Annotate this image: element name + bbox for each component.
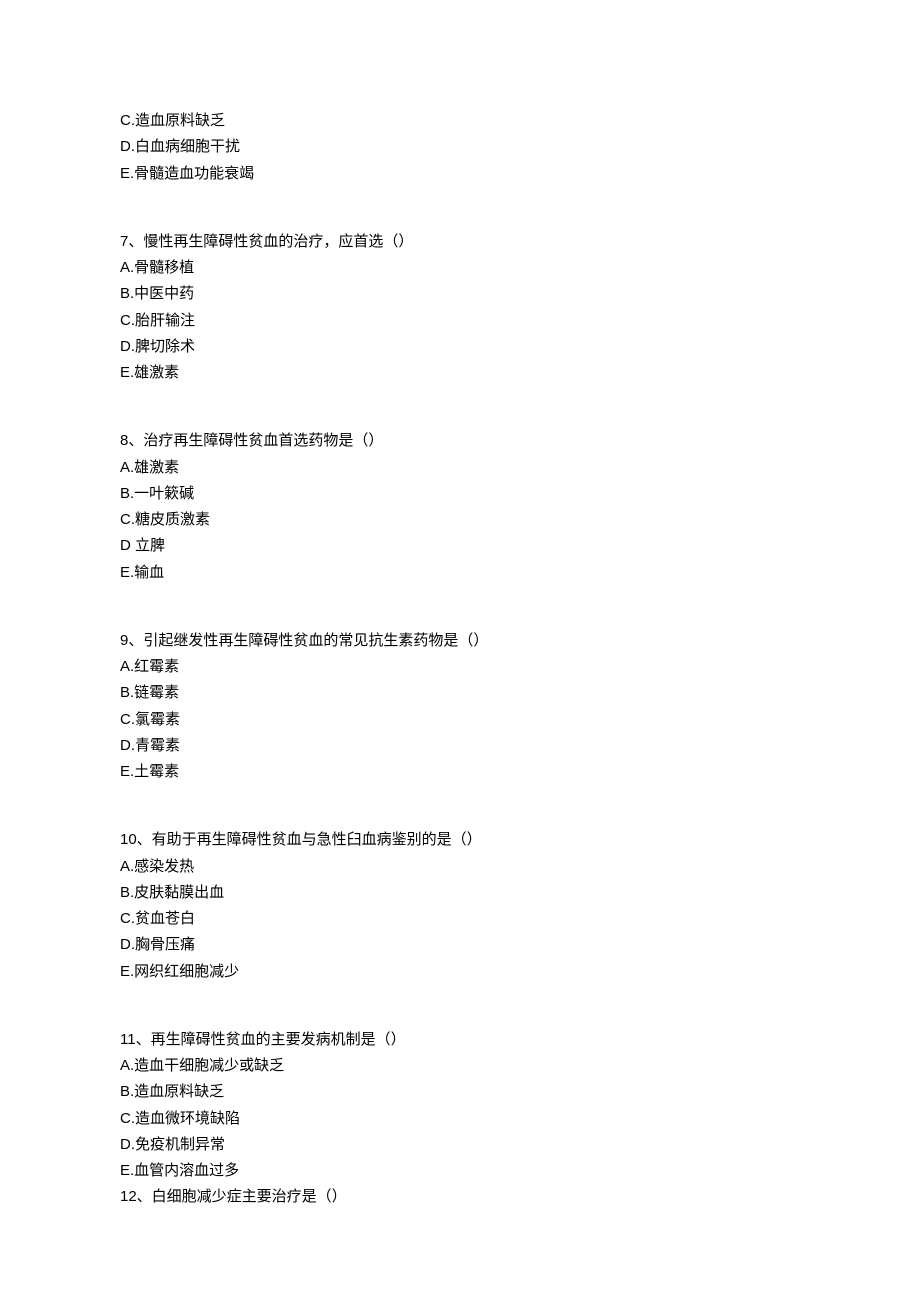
option-text: E.骨髓造血功能衰竭 [120,161,800,187]
option-text: B.中医中药 [120,281,800,307]
question-stem: 7、慢性再生障碍性贫血的治疗，应首选（） [120,229,800,255]
option-text: D.白血病细胞干扰 [120,134,800,160]
option-text: B.链霉素 [120,680,800,706]
option-text: D 立脾 [120,533,800,559]
option-text: D.免疫机制异常 [120,1132,800,1158]
question-stem: 8、治疗再生障碍性贫血首选药物是（） [120,428,800,454]
option-text: E.土霉素 [120,759,800,785]
option-text: C.氯霉素 [120,707,800,733]
option-text: A.感染发热 [120,854,800,880]
option-text: E.输血 [120,560,800,586]
question-stem: 12、白细胞减少症主要治疗是（） [120,1184,800,1210]
option-text: E.网织红细胞减少 [120,959,800,985]
question-9: 9、引起继发性再生障碍性贫血的常见抗生素药物是（） A.红霉素 B.链霉素 C.… [120,628,800,786]
option-text: E.血管内溶血过多 [120,1158,800,1184]
question-stem: 10、有助于再生障碍性贫血与急性臼血病鉴别的是（） [120,827,800,853]
option-text: C.糖皮质激素 [120,507,800,533]
question-8: 8、治疗再生障碍性贫血首选药物是（） A.雄激素 B.一叶簌碱 C.糖皮质激素 … [120,428,800,586]
option-text: D.脾切除术 [120,334,800,360]
option-text: B.造血原料缺乏 [120,1079,800,1105]
question-stem: 9、引起继发性再生障碍性贫血的常见抗生素药物是（） [120,628,800,654]
option-text: C.胎肝输注 [120,308,800,334]
question-7: 7、慢性再生障碍性贫血的治疗，应首选（） A.骨髓移植 B.中医中药 C.胎肝输… [120,229,800,387]
option-text: D.胸骨压痛 [120,932,800,958]
option-text: D.青霉素 [120,733,800,759]
option-text: C.造血微环境缺陷 [120,1106,800,1132]
option-text: C.造血原料缺乏 [120,108,800,134]
option-text: B.一叶簌碱 [120,481,800,507]
option-text: E.雄激素 [120,360,800,386]
option-text: A.红霉素 [120,654,800,680]
question-10: 10、有助于再生障碍性贫血与急性臼血病鉴别的是（） A.感染发热 B.皮肤黏膜出… [120,827,800,985]
option-text: A.造血干细胞减少或缺乏 [120,1053,800,1079]
option-text: A.骨髓移植 [120,255,800,281]
question-stem: 11、再生障碍性贫血的主要发病机制是（） [120,1027,800,1053]
option-text: A.雄激素 [120,455,800,481]
option-text: C.贫血苍白 [120,906,800,932]
option-text: B.皮肤黏膜出血 [120,880,800,906]
question-11-12: 11、再生障碍性贫血的主要发病机制是（） A.造血干细胞减少或缺乏 B.造血原料… [120,1027,800,1211]
orphan-options-block: C.造血原料缺乏 D.白血病细胞干扰 E.骨髓造血功能衰竭 [120,108,800,187]
